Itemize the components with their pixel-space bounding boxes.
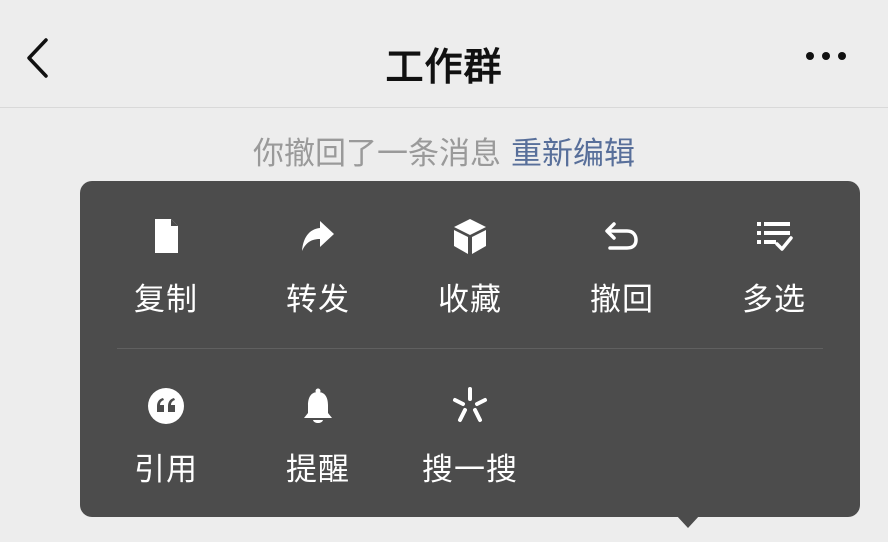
forward-arrow-icon (302, 221, 334, 251)
cube-icon (454, 219, 486, 254)
reedit-link[interactable]: 重新编辑 (511, 136, 635, 172)
menu-item-label: 提醒 (286, 452, 350, 488)
menu-item-quote[interactable]: 引用 (90, 376, 242, 506)
menu-row-1: 复制 转发 收藏 撤回 多选 (90, 206, 850, 346)
recall-notice-text: 你撤回了一条消息 (253, 136, 501, 172)
menu-row-2: 引用 提醒 搜一搜 (90, 376, 850, 516)
menu-item-label: 撤回 (590, 282, 654, 318)
menu-item-multiselect[interactable]: 多选 (698, 206, 850, 336)
top-nav-bar: 工作群 (0, 0, 888, 108)
chat-title: 工作群 (385, 45, 503, 89)
menu-item-copy[interactable]: 复制 (90, 206, 242, 336)
menu-item-forward[interactable]: 转发 (242, 206, 394, 336)
undo-arrow-icon (605, 222, 638, 250)
message-context-menu: 复制 转发 收藏 撤回 多选 引用 提醒 搜一搜 (80, 181, 860, 517)
menu-pointer-arrow (676, 515, 700, 528)
menu-item-search[interactable]: 搜一搜 (394, 376, 546, 506)
menu-divider (117, 348, 823, 349)
menu-item-label: 收藏 (438, 282, 502, 318)
menu-item-label: 搜一搜 (422, 452, 518, 488)
recall-notice: 你撤回了一条消息 重新编辑 (0, 128, 888, 173)
menu-item-label: 多选 (742, 282, 806, 318)
quote-icon (148, 388, 184, 424)
menu-item-remind[interactable]: 提醒 (242, 376, 394, 506)
menu-item-label: 引用 (134, 452, 198, 488)
menu-item-label: 转发 (286, 282, 350, 318)
checklist-icon (757, 222, 793, 251)
menu-item-favorite[interactable]: 收藏 (394, 206, 546, 336)
sparkle-search-icon (453, 387, 487, 422)
more-options-icon[interactable] (804, 48, 848, 64)
menu-item-recall[interactable]: 撤回 (546, 206, 698, 336)
document-icon (155, 219, 178, 253)
menu-item-label: 复制 (134, 282, 198, 318)
bell-icon (304, 388, 332, 423)
